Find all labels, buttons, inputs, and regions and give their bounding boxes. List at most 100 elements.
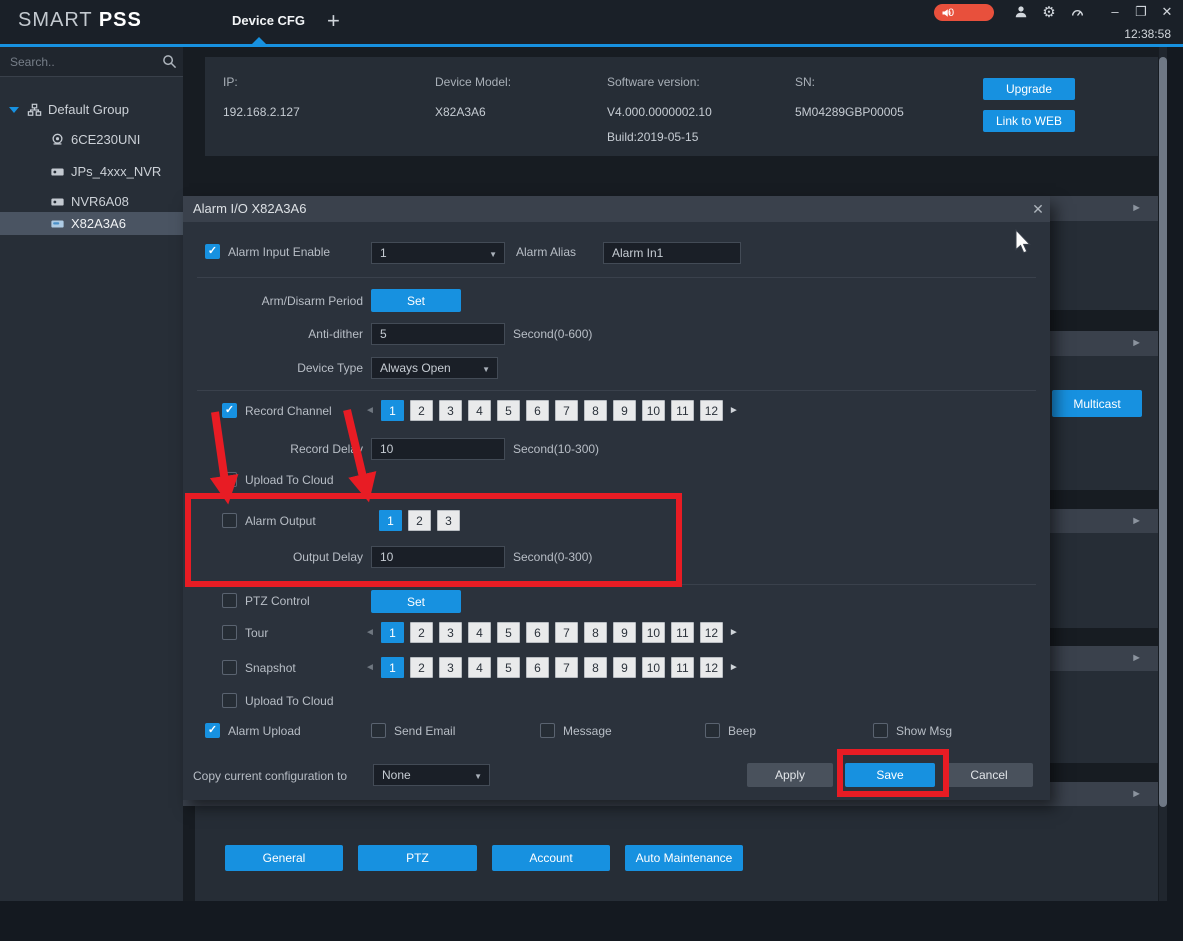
record-delay-input[interactable]: 10	[371, 438, 505, 460]
channel-button-3[interactable]: 3	[437, 510, 460, 531]
channel-button-4[interactable]: 4	[468, 657, 491, 678]
general-button[interactable]: General	[225, 845, 343, 871]
close-window-button[interactable]: ✕	[1158, 3, 1176, 21]
channel-button-8[interactable]: 8	[584, 400, 607, 421]
channel-button-10[interactable]: 10	[642, 657, 665, 678]
channel-button-11[interactable]: 11	[671, 657, 694, 678]
channel-next-icon[interactable]: ►	[729, 627, 739, 638]
anti-dither-input[interactable]: 5	[371, 323, 505, 345]
scrollbar-thumb[interactable]	[1159, 57, 1167, 807]
channel-button-11[interactable]: 11	[671, 622, 694, 643]
channel-next-icon[interactable]: ►	[729, 662, 739, 673]
channel-button-10[interactable]: 10	[642, 400, 665, 421]
ptz-button[interactable]: PTZ	[358, 845, 477, 871]
account-button[interactable]: Account	[492, 845, 610, 871]
channel-button-2[interactable]: 2	[410, 622, 433, 643]
channel-prev-icon[interactable]: ◄	[365, 627, 375, 638]
channel-button-5[interactable]: 5	[497, 622, 520, 643]
ptz-control-checkbox[interactable]: ✓	[222, 593, 237, 608]
multicast-button[interactable]: Multicast	[1052, 390, 1142, 417]
alarm-alias-input[interactable]: Alarm In1	[603, 242, 741, 264]
upgrade-button[interactable]: Upgrade	[983, 78, 1075, 100]
channel-next-icon[interactable]: ►	[729, 405, 739, 416]
snapshot-checkbox[interactable]: ✓	[222, 660, 237, 675]
device-type-select[interactable]: Always Open ▼	[371, 357, 498, 379]
settings-gear-icon[interactable]: ⚙	[1041, 5, 1057, 21]
output-delay-input[interactable]: 10	[371, 546, 505, 568]
tour-checkbox[interactable]: ✓	[222, 625, 237, 640]
channel-button-5[interactable]: 5	[497, 657, 520, 678]
alarm-output-checkbox[interactable]: ✓	[222, 513, 237, 528]
channel-button-1[interactable]: 1	[379, 510, 402, 531]
channel-button-12[interactable]: 12	[700, 622, 723, 643]
expand-arrow-icon[interactable]: ►	[1131, 337, 1142, 349]
channel-button-2[interactable]: 2	[408, 510, 431, 531]
search-input[interactable]	[8, 51, 152, 73]
channel-button-11[interactable]: 11	[671, 400, 694, 421]
apply-button[interactable]: Apply	[747, 763, 833, 787]
channel-button-4[interactable]: 4	[468, 622, 491, 643]
alarm-input-select[interactable]: 1 ▼	[371, 242, 505, 264]
tab-device-cfg[interactable]: Device CFG	[232, 13, 305, 28]
send-email-checkbox[interactable]: ✓	[371, 723, 386, 738]
beep-checkbox[interactable]: ✓	[705, 723, 720, 738]
channel-button-9[interactable]: 9	[613, 400, 636, 421]
channel-button-8[interactable]: 8	[584, 657, 607, 678]
channel-button-12[interactable]: 12	[700, 400, 723, 421]
search-icon[interactable]	[162, 54, 177, 69]
expand-arrow-icon[interactable]: ►	[1131, 788, 1142, 800]
collapse-triangle-icon[interactable]	[9, 107, 19, 113]
expand-arrow-icon[interactable]: ►	[1131, 652, 1142, 664]
channel-button-9[interactable]: 9	[613, 622, 636, 643]
channel-button-3[interactable]: 3	[439, 657, 462, 678]
save-button[interactable]: Save	[845, 763, 935, 787]
channel-button-3[interactable]: 3	[439, 400, 462, 421]
ptz-set-button[interactable]: Set	[371, 590, 461, 613]
channel-button-1[interactable]: 1	[381, 400, 404, 421]
channel-prev-icon[interactable]: ◄	[365, 405, 375, 416]
channel-button-2[interactable]: 2	[410, 400, 433, 421]
message-checkbox[interactable]: ✓	[540, 723, 555, 738]
minimize-button[interactable]: –	[1106, 3, 1124, 21]
channel-button-6[interactable]: 6	[526, 400, 549, 421]
channel-button-9[interactable]: 9	[613, 657, 636, 678]
channel-button-4[interactable]: 4	[468, 400, 491, 421]
channel-button-7[interactable]: 7	[555, 400, 578, 421]
expand-arrow-icon[interactable]: ►	[1131, 515, 1142, 527]
new-tab-button[interactable]: +	[327, 8, 340, 34]
channel-button-7[interactable]: 7	[555, 657, 578, 678]
upload-to-cloud-checkbox[interactable]: ✓	[222, 472, 237, 487]
channel-prev-icon[interactable]: ◄	[365, 662, 375, 673]
record-channel-checkbox[interactable]: ✓	[222, 403, 237, 418]
alarm-notification-badge[interactable]: 0	[934, 4, 994, 21]
scrollbar-track[interactable]	[1159, 47, 1167, 901]
show-msg-checkbox[interactable]: ✓	[873, 723, 888, 738]
sidebar-item-6ce230uni[interactable]: 6CE230UNI	[0, 129, 233, 150]
user-icon[interactable]	[1013, 5, 1029, 21]
dialog-close-icon[interactable]: ✕	[1028, 199, 1048, 219]
upload-to-cloud-checkbox[interactable]: ✓	[222, 693, 237, 708]
channel-button-6[interactable]: 6	[526, 622, 549, 643]
cancel-button[interactable]: Cancel	[945, 763, 1033, 787]
auto-maintenance-button[interactable]: Auto Maintenance	[625, 845, 743, 871]
sidebar-item-jps-4xxx-nvr[interactable]: JPs_4xxx_NVR	[0, 161, 233, 182]
copy-config-select[interactable]: None ▼	[373, 764, 490, 786]
channel-button-1[interactable]: 1	[381, 657, 404, 678]
alarm-upload-checkbox[interactable]: ✓	[205, 723, 220, 738]
link-to-web-button[interactable]: Link to WEB	[983, 110, 1075, 132]
arm-disarm-set-button[interactable]: Set	[371, 289, 461, 312]
channel-button-6[interactable]: 6	[526, 657, 549, 678]
channel-button-3[interactable]: 3	[439, 622, 462, 643]
maximize-button[interactable]: ❐	[1132, 3, 1150, 21]
channel-button-7[interactable]: 7	[555, 622, 578, 643]
channel-button-2[interactable]: 2	[410, 657, 433, 678]
expand-arrow-icon[interactable]: ►	[1131, 202, 1142, 214]
alarm-input-enable-checkbox[interactable]: ✓	[205, 244, 220, 259]
channel-button-10[interactable]: 10	[642, 622, 665, 643]
performance-gauge-icon[interactable]	[1069, 5, 1085, 21]
channel-button-8[interactable]: 8	[584, 622, 607, 643]
channel-button-1[interactable]: 1	[381, 622, 404, 643]
channel-button-12[interactable]: 12	[700, 657, 723, 678]
sidebar-group-default-group[interactable]: Default Group	[0, 99, 183, 120]
channel-button-5[interactable]: 5	[497, 400, 520, 421]
